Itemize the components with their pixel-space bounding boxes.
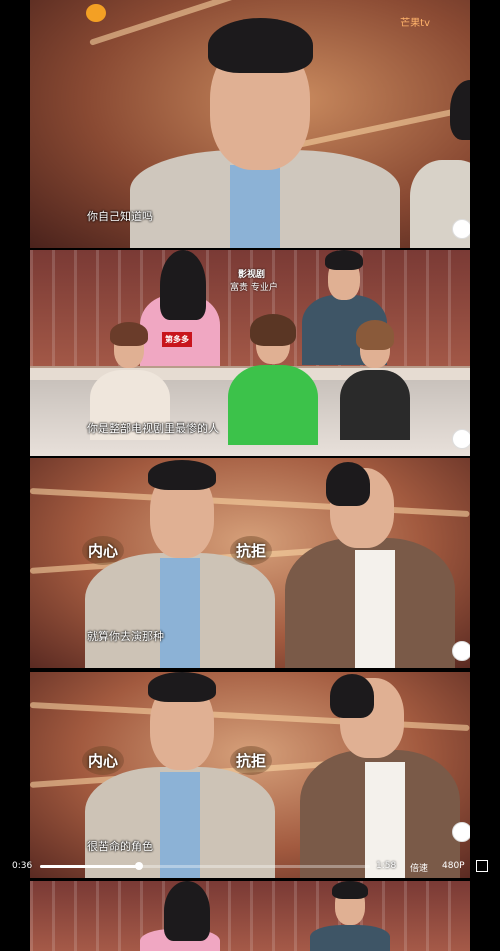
name-sign: 第多多 <box>162 332 192 347</box>
progress-knob[interactable] <box>135 862 143 870</box>
stage-title: 影视剧 <box>238 270 266 280</box>
reaction-badge-right: 抗拒 <box>230 536 273 565</box>
player-controls: 0:36 1:58 倍速 480P <box>0 852 500 880</box>
mascot-icon <box>452 822 470 842</box>
reaction-badge-left: 内心 <box>82 536 125 565</box>
reaction-badge-left: 内心 <box>82 746 125 775</box>
subtitle: 你自己知道吗 <box>87 210 153 223</box>
mascot-icon <box>452 641 470 661</box>
video-frame-3: 内心 抗拒 就算你去演那种 <box>30 458 470 668</box>
video-frame-5 <box>30 881 470 951</box>
quality-button[interactable]: 480P <box>442 861 465 871</box>
channel-logo-icon <box>86 4 106 22</box>
progress-fill <box>40 865 139 868</box>
subtitle: 你是整部电视剧里最惨的人 <box>87 422 219 435</box>
video-frame-2: 影视剧 富贵 专业户 第多多 你是整部电视剧里最惨的人 <box>30 250 470 456</box>
reaction-badge-right: 抗拒 <box>230 746 273 775</box>
mascot-icon <box>452 429 470 449</box>
fullscreen-icon[interactable] <box>476 860 488 872</box>
progress-bar[interactable] <box>40 862 370 870</box>
stage-subtitle: 富贵 专业户 <box>230 283 278 293</box>
watermark: 芒果tv <box>400 18 430 29</box>
total-time: 1:58 <box>376 861 397 871</box>
video-frame-4: 内心 抗拒 很苦命的角色 <box>30 672 470 878</box>
current-time: 0:36 <box>12 861 33 871</box>
light-streak <box>30 488 470 518</box>
stage-backdrop <box>30 881 470 951</box>
subtitle: 就算你去演那种 <box>87 630 164 643</box>
speed-button[interactable]: 倍速 <box>410 861 428 874</box>
mascot-icon <box>452 219 470 239</box>
video-frame-1: 芒果tv 你自己知道吗 <box>30 0 470 248</box>
